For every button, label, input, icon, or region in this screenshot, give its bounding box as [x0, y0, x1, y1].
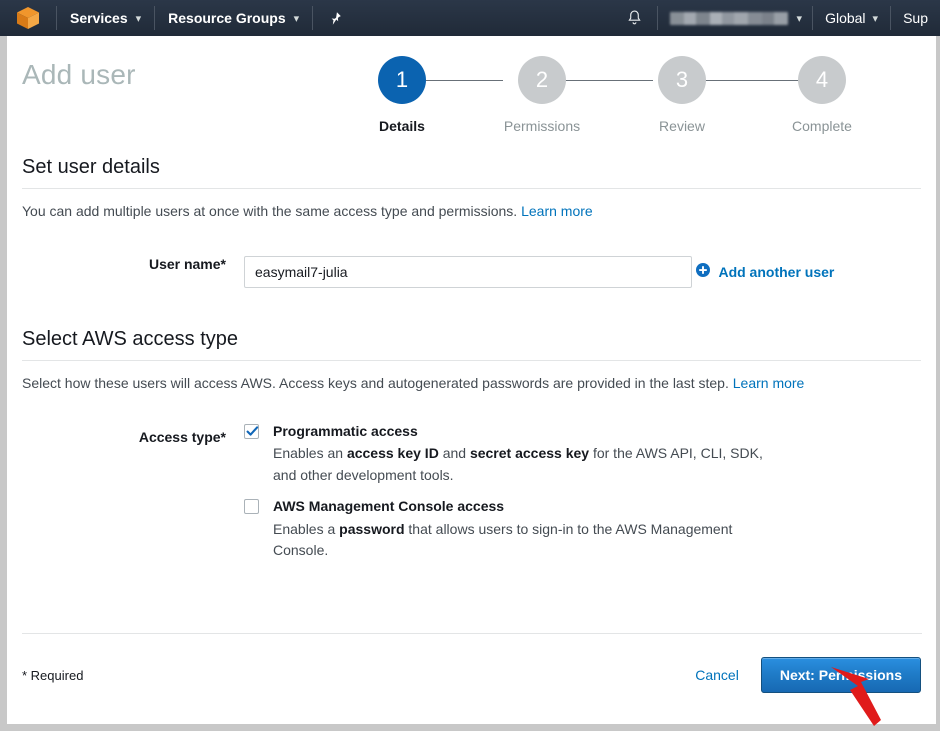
wizard-step-label: Review [659, 118, 705, 134]
option-programmatic-access[interactable]: Programmatic access Enables an access ke… [244, 422, 921, 487]
wizard-step-label: Complete [792, 118, 852, 134]
desc-part: Enables an [273, 445, 347, 462]
desc-bold: access key ID [346, 445, 439, 462]
footer-divider [22, 633, 922, 634]
chevron-down-icon: ▾ [293, 12, 300, 25]
desc-bold: secret access key [469, 445, 590, 462]
access-type-label: Access type* [138, 428, 226, 445]
wizard-step-number: 3 [658, 56, 706, 104]
desc-part: Enables a [273, 520, 340, 537]
window-frame-bottom [0, 724, 940, 731]
add-another-user-label: Add another user [718, 263, 835, 280]
aws-top-navigation: Services ▾ Resource Groups ▾ ▾ Global ▾ … [0, 0, 940, 36]
wizard-step-details[interactable]: 1 Details [352, 56, 452, 134]
user-name-form-row: User name* Add another user [22, 249, 921, 289]
page-footer: * Required Cancel Next: Permissions [7, 646, 936, 704]
cancel-button[interactable]: Cancel [681, 659, 753, 691]
required-note: * Required [22, 667, 84, 683]
section-description-access-type: Select how these users will access AWS. … [22, 373, 921, 393]
nav-support-menu[interactable]: Sup [891, 0, 940, 36]
plus-circle-icon [696, 263, 711, 280]
wizard-step-indicator: 1 Details 2 Permissions 3 Review 4 Compl… [352, 56, 872, 134]
page-header: Add user 1 Details 2 Permissions 3 Revie… [7, 36, 936, 156]
option-text-programmatic: Programmatic access Enables an access ke… [273, 422, 773, 487]
nav-resource-groups-menu[interactable]: Resource Groups ▾ [155, 0, 312, 36]
section-description-user-details: You can add multiple users at once with … [22, 201, 921, 221]
option-description: Enables a password that allows users to … [273, 519, 773, 562]
screenshot-root: Services ▾ Resource Groups ▾ ▾ Global ▾ … [0, 0, 940, 731]
chevron-down-icon: ▾ [135, 12, 142, 25]
checkbox-programmatic-access[interactable] [244, 423, 259, 439]
section-title-access-type: Select AWS access type [22, 328, 239, 351]
nav-account-menu[interactable]: ▾ [658, 0, 813, 36]
option-text-console: AWS Management Console access Enables a … [273, 497, 773, 562]
add-another-user-button[interactable]: Add another user [696, 263, 834, 280]
account-name-redacted [669, 11, 788, 25]
wizard-step-number: 2 [518, 56, 566, 104]
access-type-form-row: Access type* Programmatic access Enables… [22, 422, 921, 563]
page-title: Add user [22, 59, 136, 90]
option-title: AWS Management Console access [273, 497, 505, 514]
aws-cube-logo[interactable] [0, 0, 56, 36]
wizard-step-number: 1 [378, 56, 426, 104]
wizard-step-complete[interactable]: 4 Complete [772, 56, 872, 134]
desc-part: and [438, 445, 470, 462]
bell-icon[interactable] [612, 0, 657, 36]
learn-more-link-access[interactable]: Learn more [733, 375, 805, 391]
option-console-access[interactable]: AWS Management Console access Enables a … [244, 497, 921, 562]
option-title: Programmatic access [273, 422, 418, 439]
nav-support-label: Sup [903, 10, 928, 26]
chevron-down-icon: ▾ [872, 12, 879, 25]
checkbox-console-access[interactable] [244, 498, 259, 514]
option-description: Enables an access key ID and secret acce… [273, 443, 773, 486]
section-divider [22, 360, 921, 362]
nav-region-label: Global [825, 10, 866, 26]
section-description-text: Select how these users will access AWS. … [22, 375, 729, 392]
nav-resource-groups-label: Resource Groups [168, 10, 286, 26]
user-name-field-wrap: Add another user [244, 249, 921, 289]
nav-services-label: Services [70, 10, 128, 26]
nav-services-menu[interactable]: Services ▾ [57, 0, 154, 36]
nav-region-menu[interactable]: Global ▾ [813, 0, 890, 36]
window-frame-right [936, 36, 940, 731]
next-permissions-button[interactable]: Next: Permissions [760, 657, 921, 693]
desc-bold: password [339, 520, 405, 537]
wizard-step-label: Permissions [503, 118, 581, 134]
page-content: Add user 1 Details 2 Permissions 3 Revie… [7, 36, 936, 724]
wizard-step-review[interactable]: 3 Review [632, 56, 732, 134]
section-divider [22, 188, 921, 189]
user-name-label: User name* [148, 256, 226, 273]
section-title-user-details: Set user details [22, 156, 160, 178]
window-frame-left [0, 36, 7, 731]
wizard-step-permissions[interactable]: 2 Permissions [492, 56, 592, 134]
pin-icon[interactable] [313, 0, 356, 36]
access-type-options: Programmatic access Enables an access ke… [244, 422, 921, 563]
chevron-down-icon: ▾ [796, 12, 803, 25]
user-name-input[interactable] [244, 256, 692, 289]
wizard-step-label: Details [379, 118, 425, 134]
set-user-details-section: Set user details You can add multiple us… [7, 156, 936, 289]
learn-more-link-details[interactable]: Learn more [521, 203, 593, 219]
wizard-step-number: 4 [798, 56, 846, 104]
select-access-type-section: Select AWS access type Select how these … [7, 328, 936, 562]
section-description-text: You can add multiple users at once with … [22, 203, 518, 219]
